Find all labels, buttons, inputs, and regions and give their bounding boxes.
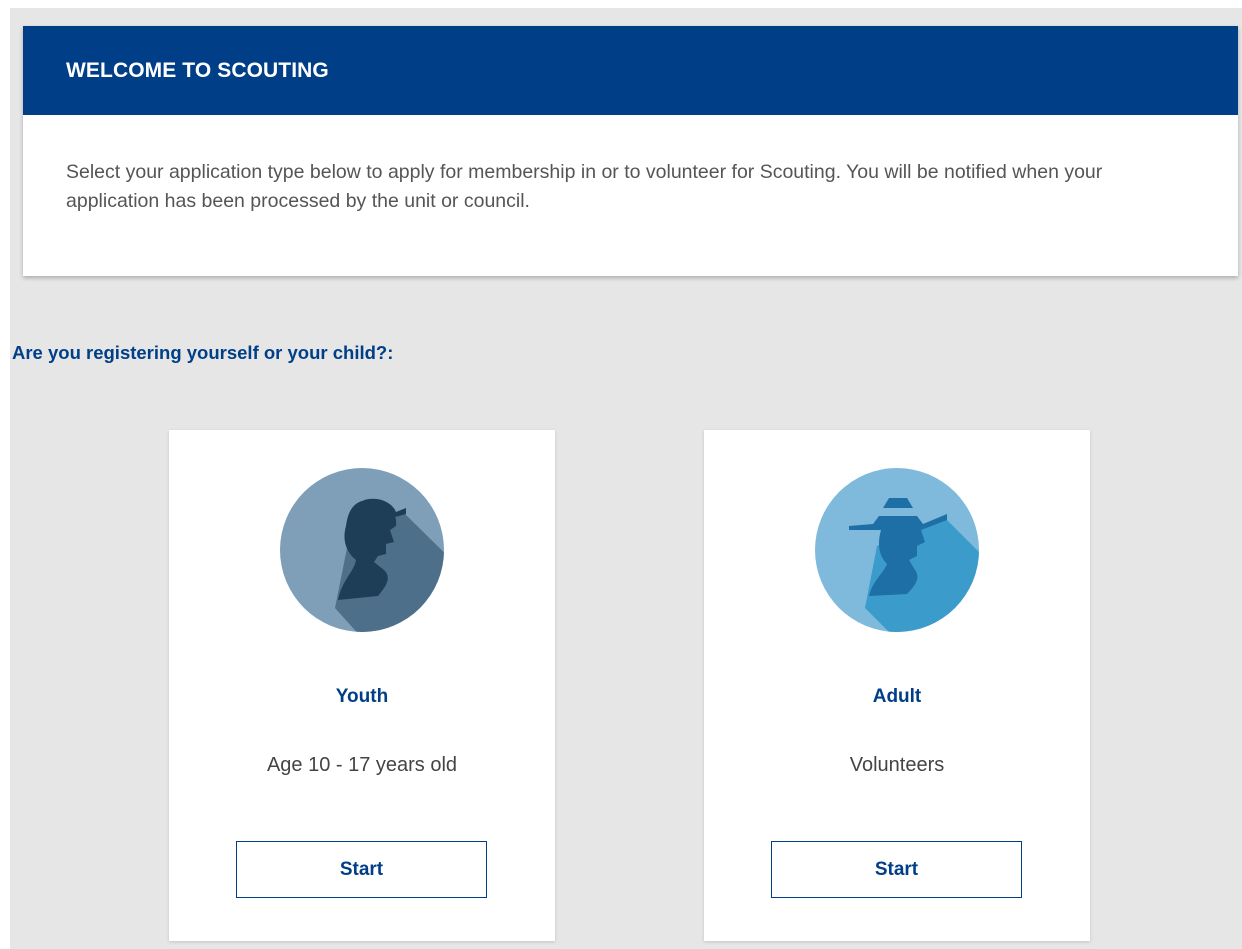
welcome-card: WELCOME TO SCOUTING Select your applicat… <box>23 26 1238 276</box>
welcome-header: WELCOME TO SCOUTING <box>23 26 1238 115</box>
welcome-description: Select your application type below to ap… <box>66 161 1103 212</box>
top-strip <box>0 0 1242 8</box>
youth-avatar-icon <box>280 468 444 632</box>
youth-description: Age 10 - 17 years old <box>266 754 458 776</box>
adult-option-card: Adult Volunteers Start <box>704 430 1090 941</box>
youth-option-card: Youth Age 10 - 17 years old Start <box>169 430 555 941</box>
adult-description: Volunteers <box>849 754 945 776</box>
youth-start-button[interactable]: Start <box>236 841 487 898</box>
youth-title: Youth <box>335 686 389 707</box>
adult-title: Adult <box>872 686 922 707</box>
left-strip <box>0 0 10 949</box>
registration-question: Are you registering yourself or your chi… <box>12 342 394 363</box>
adult-start-button[interactable]: Start <box>771 841 1022 898</box>
adult-avatar-icon <box>815 468 979 632</box>
welcome-title: WELCOME TO SCOUTING <box>66 58 329 82</box>
